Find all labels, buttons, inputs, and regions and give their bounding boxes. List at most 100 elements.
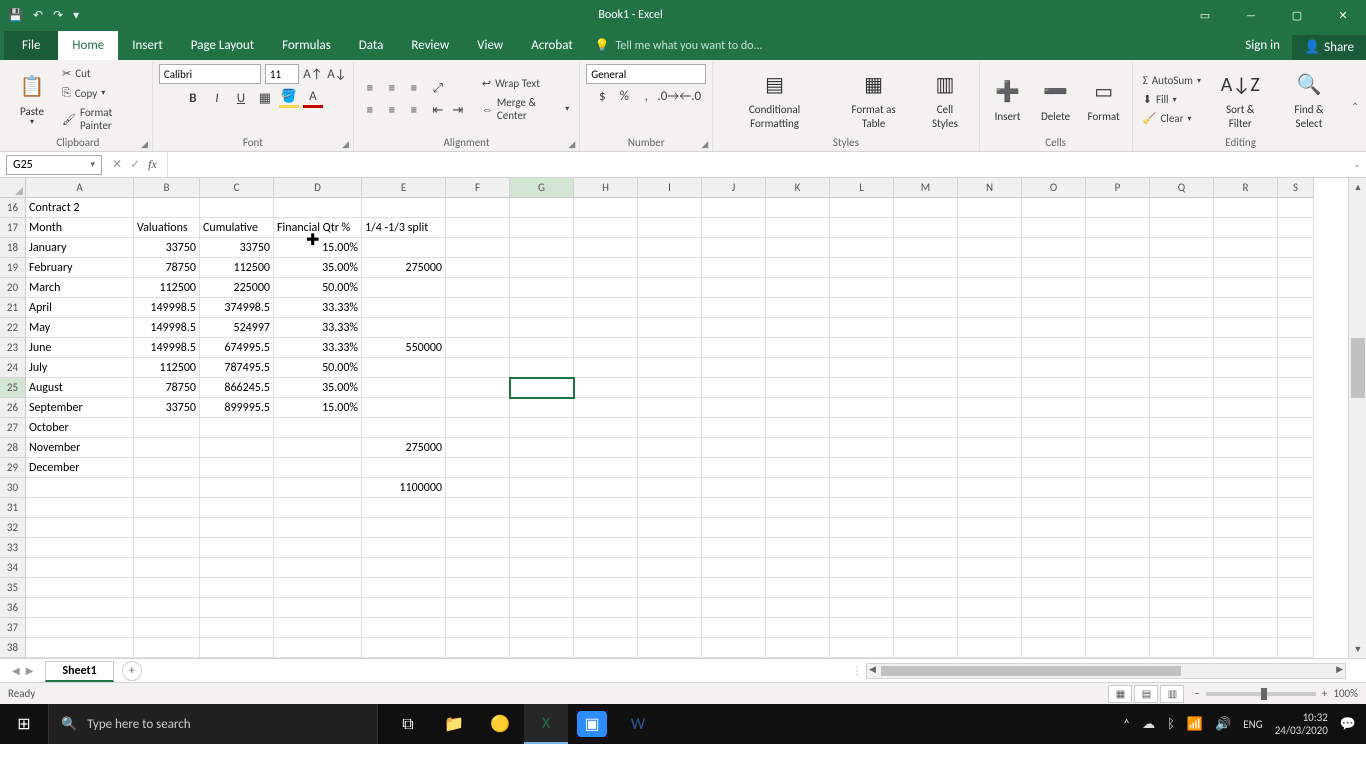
- fill-button[interactable]: ⬇Fill▾: [1139, 91, 1205, 108]
- cell-C26[interactable]: 899995.5: [200, 398, 274, 418]
- cell-H18[interactable]: [574, 238, 638, 258]
- cell-D35[interactable]: [274, 578, 362, 598]
- cell-G35[interactable]: [510, 578, 574, 598]
- cell-P38[interactable]: [1086, 638, 1150, 658]
- cell-C34[interactable]: [200, 558, 274, 578]
- cell-D19[interactable]: 35.00%: [274, 258, 362, 278]
- cell-A16[interactable]: Contract 2: [26, 198, 134, 218]
- clear-button[interactable]: 🧹Clear▾: [1139, 110, 1205, 127]
- cell-H20[interactable]: [574, 278, 638, 298]
- minimize-button[interactable]: —: [1228, 0, 1274, 30]
- cell-F28[interactable]: [446, 438, 510, 458]
- cell-D23[interactable]: 33.33%: [274, 338, 362, 358]
- cell-H26[interactable]: [574, 398, 638, 418]
- cell-K34[interactable]: [766, 558, 830, 578]
- cell-C28[interactable]: [200, 438, 274, 458]
- task-view-icon[interactable]: ⧉: [386, 704, 430, 744]
- cell-B20[interactable]: 112500: [134, 278, 200, 298]
- cell-G24[interactable]: [510, 358, 574, 378]
- cell-Q33[interactable]: [1150, 538, 1214, 558]
- cell-I27[interactable]: [638, 418, 702, 438]
- cell-H37[interactable]: [574, 618, 638, 638]
- cell-M26[interactable]: [894, 398, 958, 418]
- increase-font-icon[interactable]: A↑: [303, 64, 323, 84]
- cell-R34[interactable]: [1214, 558, 1278, 578]
- cell-E30[interactable]: 1100000: [362, 478, 446, 498]
- cell-L24[interactable]: [830, 358, 894, 378]
- wrap-text-button[interactable]: ↩Wrap Text: [478, 75, 573, 92]
- cell-G19[interactable]: [510, 258, 574, 278]
- cell-O23[interactable]: [1022, 338, 1086, 358]
- signin-button[interactable]: Sign in: [1233, 31, 1292, 60]
- cell-I19[interactable]: [638, 258, 702, 278]
- cell-M34[interactable]: [894, 558, 958, 578]
- cell-P21[interactable]: [1086, 298, 1150, 318]
- cell-F18[interactable]: [446, 238, 510, 258]
- cell-R26[interactable]: [1214, 398, 1278, 418]
- cell-J19[interactable]: [702, 258, 766, 278]
- cell-B33[interactable]: [134, 538, 200, 558]
- font-size-select[interactable]: [265, 64, 299, 84]
- cell-R21[interactable]: [1214, 298, 1278, 318]
- row-header-23[interactable]: 23: [0, 338, 26, 358]
- cell-R16[interactable]: [1214, 198, 1278, 218]
- cell-N16[interactable]: [958, 198, 1022, 218]
- cell-B18[interactable]: 33750: [134, 238, 200, 258]
- cell-P28[interactable]: [1086, 438, 1150, 458]
- language-indicator[interactable]: ENG: [1243, 718, 1262, 731]
- column-header-K[interactable]: K: [766, 178, 830, 197]
- cell-B23[interactable]: 149998.5: [134, 338, 200, 358]
- cell-A19[interactable]: February: [26, 258, 134, 278]
- cell-A29[interactable]: December: [26, 458, 134, 478]
- normal-view-icon[interactable]: ▦: [1108, 685, 1132, 703]
- tab-acrobat[interactable]: Acrobat: [517, 31, 587, 60]
- scroll-thumb[interactable]: [1351, 338, 1365, 398]
- cell-A36[interactable]: [26, 598, 134, 618]
- cell-A17[interactable]: Month: [26, 218, 134, 238]
- cell-D31[interactable]: [274, 498, 362, 518]
- cell-A30[interactable]: [26, 478, 134, 498]
- cell-L25[interactable]: [830, 378, 894, 398]
- cell-B35[interactable]: [134, 578, 200, 598]
- cell-O32[interactable]: [1022, 518, 1086, 538]
- cell-S25[interactable]: [1278, 378, 1314, 398]
- decrease-decimal-icon[interactable]: ←.0: [680, 86, 700, 106]
- column-header-B[interactable]: B: [134, 178, 200, 197]
- cell-F37[interactable]: [446, 618, 510, 638]
- cell-G38[interactable]: [510, 638, 574, 658]
- cell-S36[interactable]: [1278, 598, 1314, 618]
- cell-R32[interactable]: [1214, 518, 1278, 538]
- cell-I16[interactable]: [638, 198, 702, 218]
- cancel-formula-icon[interactable]: ✕: [112, 157, 122, 172]
- fx-icon[interactable]: fx: [148, 157, 157, 172]
- cell-R28[interactable]: [1214, 438, 1278, 458]
- cell-O28[interactable]: [1022, 438, 1086, 458]
- start-button[interactable]: ⊞: [0, 714, 48, 734]
- cell-P34[interactable]: [1086, 558, 1150, 578]
- cell-D33[interactable]: [274, 538, 362, 558]
- cell-H22[interactable]: [574, 318, 638, 338]
- cell-L31[interactable]: [830, 498, 894, 518]
- cell-I36[interactable]: [638, 598, 702, 618]
- column-header-P[interactable]: P: [1086, 178, 1150, 197]
- cell-D34[interactable]: [274, 558, 362, 578]
- cell-H29[interactable]: [574, 458, 638, 478]
- tab-file[interactable]: File: [4, 31, 58, 60]
- decrease-font-icon[interactable]: A↓: [327, 64, 347, 84]
- cell-Q30[interactable]: [1150, 478, 1214, 498]
- cell-O27[interactable]: [1022, 418, 1086, 438]
- cell-R37[interactable]: [1214, 618, 1278, 638]
- cell-D20[interactable]: 50.00%: [274, 278, 362, 298]
- cell-B22[interactable]: 149998.5: [134, 318, 200, 338]
- cell-K33[interactable]: [766, 538, 830, 558]
- cell-Q18[interactable]: [1150, 238, 1214, 258]
- cell-G16[interactable]: [510, 198, 574, 218]
- wifi-icon[interactable]: 📶: [1187, 717, 1203, 732]
- tab-data[interactable]: Data: [345, 31, 398, 60]
- cell-O20[interactable]: [1022, 278, 1086, 298]
- cell-R23[interactable]: [1214, 338, 1278, 358]
- cell-C37[interactable]: [200, 618, 274, 638]
- fill-color-button[interactable]: 🪣: [279, 88, 299, 108]
- cell-G31[interactable]: [510, 498, 574, 518]
- horizontal-scrollbar[interactable]: ◀ ▶: [866, 663, 1346, 679]
